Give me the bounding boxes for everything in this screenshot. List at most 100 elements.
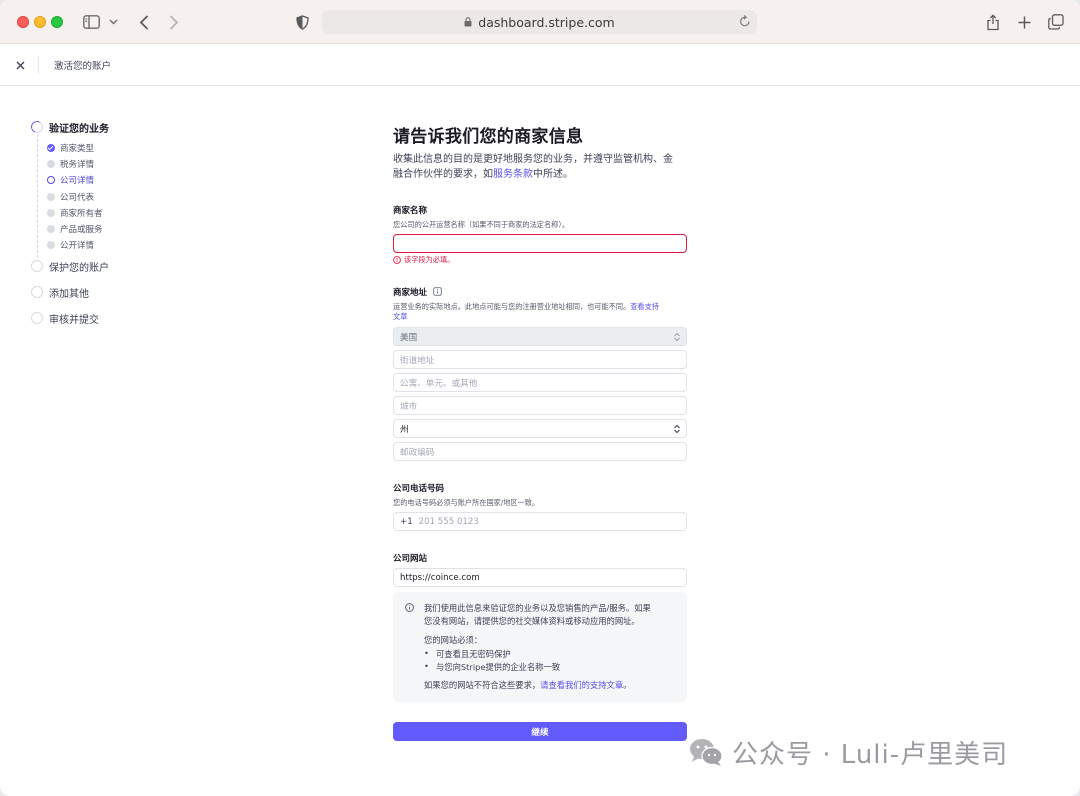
forward-arrow-icon[interactable]: [163, 11, 185, 33]
phone-label: 公司电话号码: [393, 484, 445, 494]
page-header: 激活您的账户: [0, 44, 1080, 86]
close-window-button[interactable]: [17, 16, 29, 28]
browser-window: dashboard.stripe.com 激活您的账户 验证您的业务 商家类型 …: [0, 0, 1080, 796]
watermark: 公众号 · Luli-卢里美司: [688, 732, 1008, 772]
requirement-text: 可查看且无密码保护: [436, 649, 511, 659]
business-name-help: 您公司的公开运营名称（如果不同于商家的法定名称）。: [393, 220, 570, 229]
minimize-window-button[interactable]: [34, 16, 46, 28]
substep-business-type[interactable]: 商家类型: [30, 140, 230, 156]
step-label: 保护您的账户: [49, 262, 109, 274]
select-caret-icon: [673, 424, 681, 434]
substep-owners[interactable]: 商家所有者: [30, 205, 230, 221]
step-progress-icon: [31, 121, 43, 133]
substep-dot-icon: [47, 225, 55, 234]
reload-icon[interactable]: [739, 14, 751, 28]
state-select[interactable]: 州: [393, 419, 687, 438]
page-title: 请告诉我们您的商家信息: [393, 127, 584, 147]
business-address-help-text: 运营业务的实际地点。此地点可能与您的注册营业地址相同，也可能不同。: [393, 302, 631, 311]
requirements-title: 您的网站必须：: [424, 635, 483, 645]
note-footer-end: 。: [623, 680, 632, 690]
note-line-2: 您没有网站，请提供您的社交媒体资料或移动应用的网址。: [424, 616, 640, 626]
watermark-text: 公众号 · Luli-卢里美司: [732, 739, 1009, 770]
step-circle-icon: [31, 312, 43, 325]
page-header-title: 激活您的账户: [54, 61, 112, 72]
back-arrow-icon[interactable]: [133, 11, 155, 33]
chevron-down-icon[interactable]: [106, 11, 120, 33]
browser-toolbar: dashboard.stripe.com: [0, 0, 1080, 44]
substep-label: 商家所有者: [60, 208, 103, 219]
substep-label: 公司详情: [60, 176, 95, 187]
phone-input[interactable]: +1 201 555 0123: [393, 512, 687, 531]
business-address-label: 商家地址: [393, 286, 442, 298]
substep-products[interactable]: 产品或服务: [30, 221, 230, 237]
business-name-label: 商家名称: [393, 206, 428, 216]
apartment-unit-input[interactable]: 公寓、单元、或其他: [393, 373, 687, 392]
error-icon: [393, 256, 401, 264]
support-article-link[interactable]: 查看支持: [630, 302, 659, 311]
current-step-icon: [47, 176, 55, 185]
substep-label: 产品或服务: [60, 225, 103, 236]
share-icon[interactable]: [982, 11, 1004, 33]
step-verify-business[interactable]: 验证您的业务: [30, 114, 230, 140]
substep-dot-icon: [47, 160, 55, 169]
header-divider: [38, 56, 39, 74]
business-name-input[interactable]: [393, 234, 687, 253]
onboarding-stepper: 验证您的业务 商家类型 税务详情 公司详情 公司代表 商家所有者 产品或服务 公…: [30, 114, 230, 331]
intro-line-2-end: 中所述。: [533, 169, 573, 180]
substep-representative[interactable]: 公司代表: [30, 189, 230, 205]
step-label: 验证您的业务: [49, 123, 109, 135]
business-name-error: 该字段为必填。: [393, 255, 454, 265]
requirement-item: 可查看且无密码保护: [424, 648, 511, 660]
step-circle-icon: [31, 260, 43, 273]
substep-dot-icon: [47, 208, 55, 217]
info-icon[interactable]: [433, 287, 442, 296]
note-footer-text: 如果您的网站不符合这些要求，: [424, 680, 541, 690]
terms-of-service-link[interactable]: 服务条款: [493, 169, 533, 180]
website-label: 公司网站: [393, 554, 428, 564]
continue-button[interactable]: 继续: [393, 722, 687, 741]
privacy-shield-icon[interactable]: [291, 11, 313, 33]
state-value: 州: [400, 424, 409, 435]
substep-list: 商家类型 税务详情 公司详情 公司代表 商家所有者 产品或服务 公开详情: [30, 134, 230, 258]
intro-text: 收集此信息的目的是更好地服务您的业务，并遵守监管机构、金 融合作伙伴的要求，如服…: [393, 152, 687, 182]
lock-icon: [464, 17, 472, 27]
substep-company-details[interactable]: 公司详情: [30, 172, 230, 188]
close-icon[interactable]: [11, 56, 29, 74]
substep-public-details[interactable]: 公开详情: [30, 237, 230, 253]
address-bar[interactable]: dashboard.stripe.com: [322, 10, 757, 34]
substep-label: 公司代表: [60, 192, 95, 203]
zip-code-input[interactable]: 邮政编码: [393, 442, 687, 461]
city-input[interactable]: 城市: [393, 396, 687, 415]
support-article-link-continued[interactable]: 文章: [393, 312, 687, 322]
tab-overview-icon[interactable]: [1045, 11, 1067, 33]
requirement-text: 与您向Stripe提供的企业名称一致: [436, 662, 561, 672]
zoom-window-button[interactable]: [51, 16, 63, 28]
step-secure-account[interactable]: 保护您的账户: [30, 253, 230, 279]
phone-placeholder: 201 555 0123: [418, 516, 479, 527]
substep-dot-icon: [47, 241, 55, 250]
url-text: dashboard.stripe.com: [478, 14, 615, 30]
business-address-help-line-1: 运营业务的实际地点。此地点可能与您的注册营业地址相同，也可能不同。查看支持: [393, 302, 687, 312]
requirement-item: 与您向Stripe提供的企业名称一致: [424, 661, 560, 673]
step-add-extras[interactable]: 添加其他: [30, 279, 230, 305]
intro-line-2-start: 融合作伙伴的要求，如: [393, 169, 493, 180]
step-label: 审核并提交: [49, 314, 99, 326]
street-address-input[interactable]: 街道地址: [393, 350, 687, 369]
support-article-link[interactable]: 请查看我们的支持文章: [540, 680, 623, 690]
intro-line-1: 收集此信息的目的是更好地服务您的业务，并遵守监管机构、金: [393, 154, 673, 165]
website-input[interactable]: https://coince.com: [393, 568, 687, 587]
phone-help: 您的电话号码必须与账户所在国家/地区一致。: [393, 498, 540, 507]
step-review-submit[interactable]: 审核并提交: [30, 305, 230, 331]
info-icon: [405, 603, 414, 612]
substep-tax-details[interactable]: 税务详情: [30, 156, 230, 172]
country-select[interactable]: 美国: [393, 327, 687, 346]
intro-line-2: 融合作伙伴的要求，如服务条款中所述。: [393, 167, 687, 182]
substep-dot-icon: [47, 192, 55, 201]
step-label: 添加其他: [49, 288, 89, 300]
step-circle-icon: [31, 286, 43, 299]
business-address-help: 运营业务的实际地点。此地点可能与您的注册营业地址相同，也可能不同。查看支持 文章: [393, 302, 687, 322]
sidebar-toggle-icon[interactable]: [82, 11, 100, 33]
new-tab-icon[interactable]: [1013, 11, 1035, 33]
error-text: 该字段为必填。: [404, 255, 455, 264]
business-info-form: 请告诉我们您的商家信息 收集此信息的目的是更好地服务您的业务，并遵守监管机构、金…: [393, 124, 687, 741]
